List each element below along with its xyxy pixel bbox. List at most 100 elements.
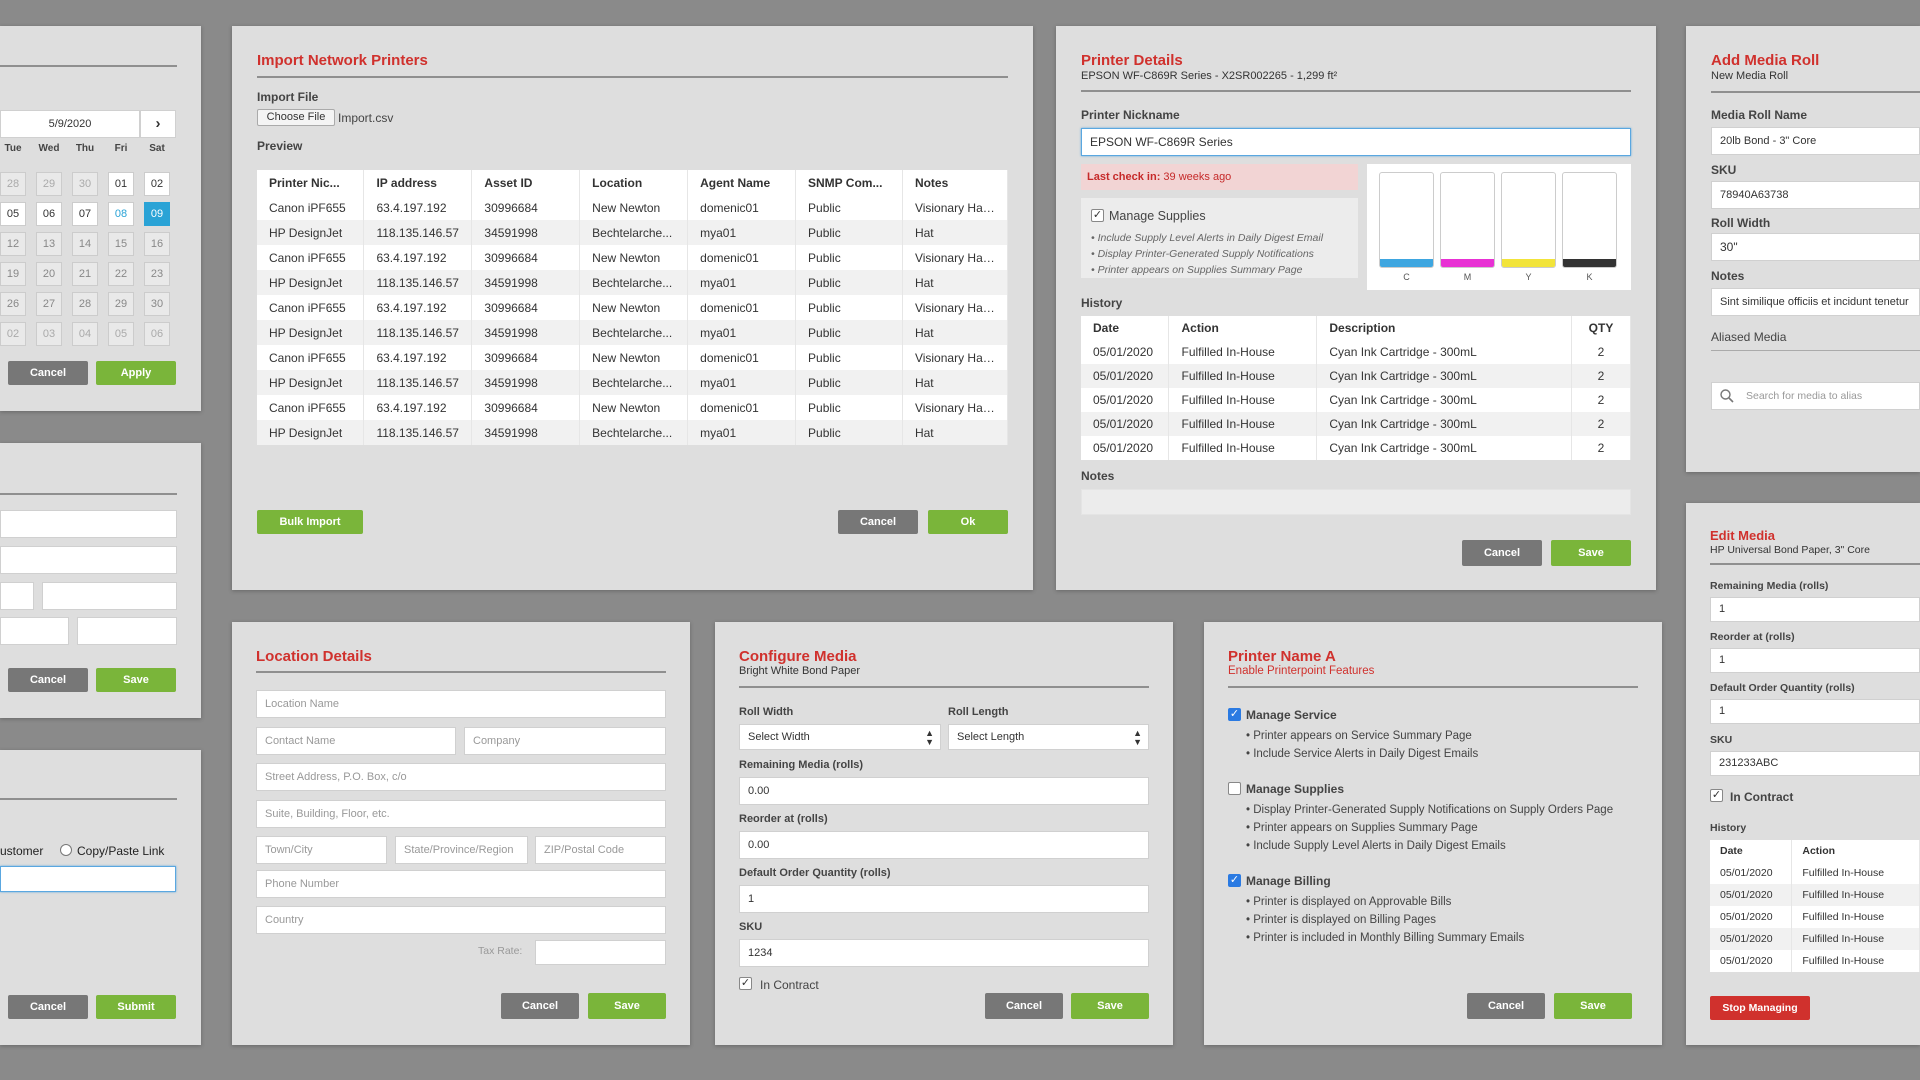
sku-input[interactable]: 231233ABC [1710, 751, 1920, 776]
table-row[interactable]: 05/01/2020 Fulfilled In-House [1710, 862, 1920, 884]
company-input[interactable]: Company [464, 727, 666, 755]
roll-width-select[interactable]: Select Width ▲ ▼ [739, 724, 941, 750]
calendar-day[interactable]: 02 [0, 322, 26, 346]
choose-file-button[interactable]: Choose File [257, 109, 335, 126]
location-name-input[interactable]: Location Name [256, 690, 666, 718]
roll-width-select[interactable]: 30" [1711, 233, 1920, 261]
street-input[interactable]: Street Address, P.O. Box, c/o [256, 763, 666, 791]
calendar-day[interactable]: 03 [36, 322, 62, 346]
ok-button[interactable]: Ok [928, 510, 1008, 534]
table-row[interactable]: Canon iPF655 63.4.197.192 30996684 New Newt… [257, 245, 1009, 270]
country-input[interactable]: Country [256, 906, 666, 934]
radio-copy-label[interactable]: Copy/Paste Link [77, 844, 164, 858]
apply-button[interactable]: Apply [96, 361, 176, 385]
cancel-button[interactable]: Cancel [8, 995, 88, 1019]
calendar-day[interactable]: 28 [72, 292, 98, 316]
cancel-button[interactable]: Cancel [985, 993, 1063, 1019]
remaining-input[interactable]: 0.00 [739, 777, 1149, 805]
suite-input[interactable]: Suite, Building, Floor, etc. [256, 800, 666, 828]
sku-input[interactable]: 78940A63738 [1711, 181, 1920, 209]
table-row[interactable]: HP DesignJet 118.135.146.57 34591998 Bechte… [257, 320, 1009, 345]
table-row[interactable]: Canon iPF655 63.4.197.192 30996684 New Newt… [257, 295, 1009, 320]
tax-rate-input[interactable] [535, 940, 666, 965]
table-row[interactable]: 05/01/2020 Fulfilled In-House [1710, 906, 1920, 928]
phone-input[interactable]: Phone Number [256, 870, 666, 898]
calendar-day[interactable]: 16 [144, 232, 170, 256]
submit-button[interactable]: Submit [96, 995, 176, 1019]
table-row[interactable]: HP DesignJet 118.135.146.57 34591998 Bechte… [257, 370, 1009, 395]
table-row[interactable]: 05/01/2020 Fulfilled In-House Cyan Ink Car… [1081, 436, 1631, 460]
calendar-day[interactable]: 22 [108, 262, 134, 286]
column-header[interactable]: Description [1316, 316, 1573, 340]
notes-input[interactable] [1081, 489, 1631, 515]
calendar-day[interactable]: 30 [72, 172, 98, 196]
radio-customer-label[interactable]: ustomer [0, 844, 43, 858]
in-contract-checkbox[interactable]: ✓ [1710, 789, 1723, 802]
calendar-day[interactable]: 29 [36, 172, 62, 196]
calendar-day[interactable]: 28 [0, 172, 26, 196]
calendar-day[interactable]: 01 [108, 172, 134, 196]
manage-service-checkbox[interactable]: ✓ [1228, 708, 1241, 721]
calendar-day[interactable]: 12 [0, 232, 26, 256]
alias-search-input[interactable]: Search for media to alias [1711, 382, 1920, 410]
town-input[interactable]: Town/City [256, 836, 387, 864]
date-input[interactable]: 5/9/2020 [0, 110, 140, 138]
table-row[interactable]: 05/01/2020 Fulfilled In-House [1710, 950, 1920, 972]
cancel-button[interactable]: Cancel [8, 668, 88, 692]
calendar-day[interactable]: 19 [0, 262, 26, 286]
calendar-day[interactable]: 15 [108, 232, 134, 256]
calendar-day[interactable]: 09 [144, 202, 170, 226]
column-header[interactable]: Date [1710, 840, 1793, 862]
table-row[interactable]: 05/01/2020 Fulfilled In-House Cyan Ink Car… [1081, 412, 1631, 436]
text-field[interactable] [0, 510, 177, 538]
save-button[interactable]: Save [1554, 993, 1632, 1019]
column-header[interactable]: Action [1168, 316, 1318, 340]
save-button[interactable]: Save [588, 993, 666, 1019]
column-header[interactable]: Notes [902, 170, 1009, 195]
table-row[interactable]: HP DesignJet 118.135.146.57 34591998 Bechte… [257, 220, 1009, 245]
save-button[interactable]: Save [96, 668, 176, 692]
column-header[interactable]: SNMP Com... [795, 170, 903, 195]
contact-name-input[interactable]: Contact Name [256, 727, 456, 755]
table-row[interactable]: Canon iPF655 63.4.197.192 30996684 New Newt… [257, 345, 1009, 370]
manage-supplies-checkbox[interactable]: ✓ [1091, 209, 1104, 222]
nickname-input[interactable]: EPSON WF-C869R Series [1081, 128, 1631, 156]
column-header[interactable]: Date [1081, 316, 1170, 340]
reorder-input[interactable]: 0.00 [739, 831, 1149, 859]
calendar-day[interactable]: 05 [0, 202, 26, 226]
calendar-day[interactable]: 06 [36, 202, 62, 226]
calendar-day[interactable]: 21 [72, 262, 98, 286]
table-row[interactable]: 05/01/2020 Fulfilled In-House [1710, 884, 1920, 906]
calendar-day[interactable]: 05 [108, 322, 134, 346]
sku-input[interactable]: 1234 [739, 939, 1149, 967]
radio-copy-link[interactable] [60, 844, 72, 856]
manage-supplies-checkbox[interactable] [1228, 782, 1241, 795]
media-roll-name-input[interactable]: 20lb Bond - 3" Core [1711, 127, 1920, 155]
column-header[interactable]: QTY [1571, 316, 1631, 340]
column-header[interactable]: IP address [363, 170, 473, 195]
text-field[interactable] [0, 582, 34, 610]
table-row[interactable]: Canon iPF655 63.4.197.192 30996684 New Newt… [257, 395, 1009, 420]
link-input[interactable] [0, 866, 176, 892]
column-header[interactable]: Printer Nic... [257, 170, 365, 195]
table-row[interactable]: HP DesignJet 118.135.146.57 34591998 Bechte… [257, 420, 1009, 445]
next-month-button[interactable]: › [140, 110, 176, 138]
calendar-day[interactable]: 27 [36, 292, 62, 316]
text-field[interactable] [42, 582, 177, 610]
table-row[interactable]: 05/01/2020 Fulfilled In-House Cyan Ink Car… [1081, 388, 1631, 412]
calendar-day[interactable]: 06 [144, 322, 170, 346]
column-header[interactable]: Location [579, 170, 689, 195]
cancel-button[interactable]: Cancel [838, 510, 918, 534]
column-header[interactable]: Asset ID [471, 170, 581, 195]
table-row[interactable]: HP DesignJet 118.135.146.57 34591998 Bechte… [257, 270, 1009, 295]
calendar-day[interactable]: 29 [108, 292, 134, 316]
remaining-input[interactable]: 1 [1710, 597, 1920, 622]
notes-input[interactable]: Sint similique officiis et incidunt tene… [1711, 288, 1920, 316]
text-field[interactable] [0, 617, 69, 645]
text-field[interactable] [77, 617, 177, 645]
cancel-button[interactable]: Cancel [1462, 540, 1542, 566]
calendar-day[interactable]: 14 [72, 232, 98, 256]
default-qty-input[interactable]: 1 [739, 885, 1149, 913]
calendar-day[interactable]: 30 [144, 292, 170, 316]
cancel-button[interactable]: Cancel [8, 361, 88, 385]
